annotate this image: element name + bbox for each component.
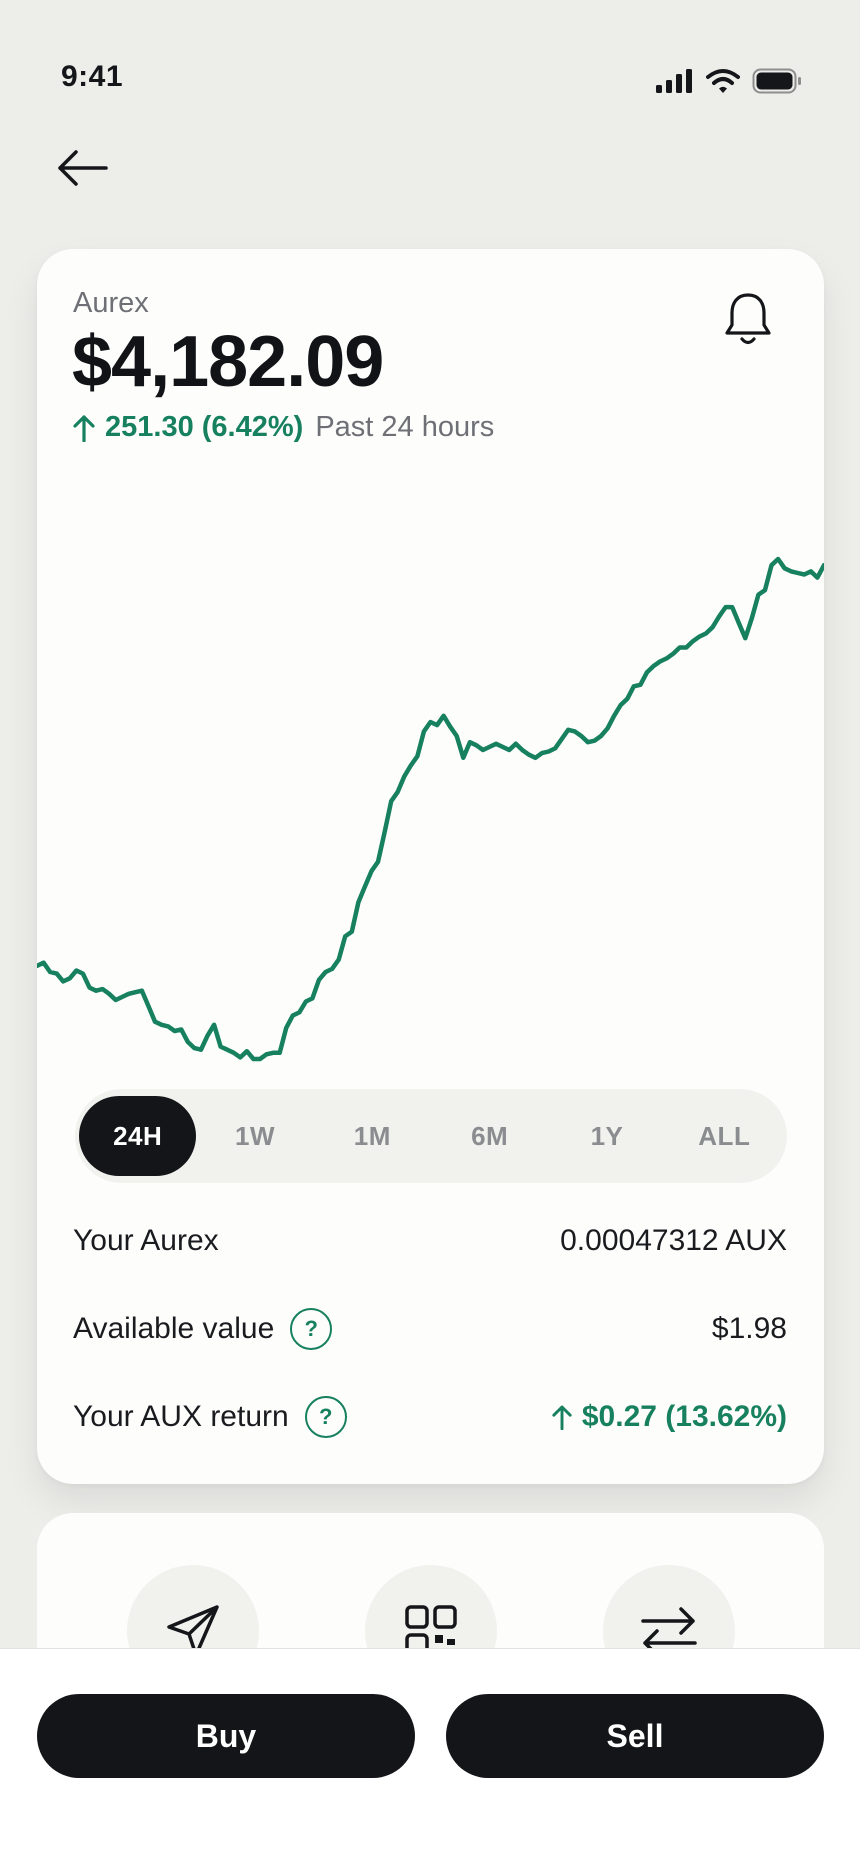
- price-change-value: 251.30 (6.42%): [105, 411, 304, 443]
- wifi-icon: [706, 69, 740, 93]
- price-change: 251.30 (6.42%) Past 24 hours: [73, 411, 494, 444]
- arrow-up-icon: [552, 1405, 572, 1430]
- cellular-signal-icon: [656, 69, 692, 93]
- price-chart[interactable]: [37, 539, 824, 1079]
- buy-button[interactable]: Buy: [37, 1694, 415, 1778]
- holding-value: $0.27 (13.62%): [552, 1400, 787, 1434]
- price-line-series: [37, 556, 824, 1062]
- help-icon[interactable]: ?: [304, 1396, 347, 1438]
- range-6m-button[interactable]: 6M: [431, 1096, 548, 1176]
- holding-label: Your AUX return?: [73, 1396, 347, 1438]
- holding-row: Available value? $1.98: [73, 1299, 787, 1359]
- holding-label: Your Aurex: [73, 1224, 219, 1258]
- price-alert-button[interactable]: [723, 291, 773, 347]
- range-24h-button[interactable]: 24H: [79, 1096, 197, 1176]
- battery-icon: [752, 68, 801, 94]
- price-change-amount: 251.30 (6.42%): [73, 411, 303, 444]
- asset-name: Aurex: [73, 287, 149, 319]
- range-1w-button[interactable]: 1W: [196, 1096, 313, 1176]
- status-icons: [656, 68, 802, 94]
- holding-label-text: Available value: [73, 1312, 275, 1345]
- asset-card: Aurex $4,182.09 251.30 (6.42%) Past 24 h…: [37, 249, 824, 1484]
- holding-value-text: $0.27 (13.62%): [581, 1400, 787, 1433]
- range-1y-button[interactable]: 1Y: [548, 1096, 665, 1176]
- holding-label: Available value?: [73, 1308, 333, 1350]
- holding-value-text: 0.00047312 AUX: [560, 1224, 787, 1257]
- range-1m-button[interactable]: 1M: [314, 1096, 431, 1176]
- bottom-action-bar: Buy Sell: [0, 1648, 860, 1864]
- holding-value: 0.00047312 AUX: [560, 1224, 787, 1258]
- asset-price: $4,182.09: [72, 322, 384, 402]
- status-time: 9:41: [61, 60, 124, 93]
- holding-value: $1.98: [712, 1312, 787, 1346]
- range-all-button[interactable]: ALL: [666, 1096, 783, 1176]
- holding-label-text: Your Aurex: [73, 1224, 219, 1257]
- time-range-selector: 24H 1W 1M 6M 1Y ALL: [75, 1089, 787, 1183]
- arrow-left-icon: [58, 150, 108, 186]
- arrow-up-icon: [73, 414, 95, 442]
- holding-label-text: Your AUX return: [73, 1400, 289, 1433]
- price-change-period: Past 24 hours: [315, 411, 495, 443]
- bell-icon: [725, 293, 771, 345]
- holding-row: Your AUX return? $0.27 (13.62%): [73, 1387, 787, 1447]
- holding-value-text: $1.98: [711, 1312, 787, 1345]
- help-icon[interactable]: ?: [290, 1308, 333, 1350]
- sell-button[interactable]: Sell: [446, 1694, 824, 1778]
- status-bar: 9:41: [0, 0, 860, 150]
- holding-row: Your Aurex 0.00047312 AUX: [73, 1211, 787, 1271]
- back-button[interactable]: [50, 140, 114, 196]
